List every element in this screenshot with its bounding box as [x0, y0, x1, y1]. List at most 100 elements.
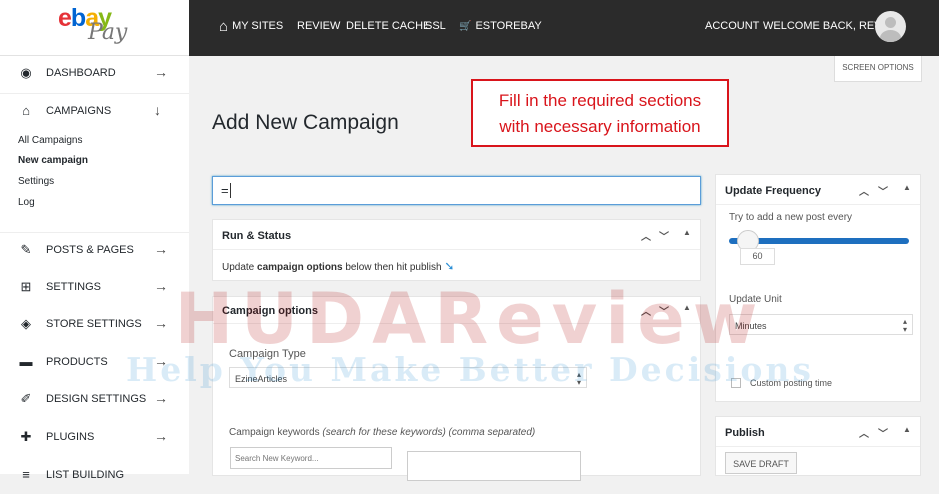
nav-my-sites-label: MY SITES — [232, 20, 284, 32]
update-frequency-header[interactable]: Update Frequency ︿ ﹀ ▲ — [716, 175, 920, 205]
nav-ssl-label: SSL — [425, 20, 446, 32]
nav-estorebay[interactable]: 🛒 ESTOREBAY — [459, 20, 542, 32]
arrow-right-icon: → — [154, 64, 168, 80]
page-title: Add New Campaign — [212, 111, 399, 134]
callout-line-1: Fill in the required sections — [498, 91, 702, 110]
sidebar-item-store-settings[interactable]: ◈ STORE SETTINGS → — [0, 307, 189, 343]
campaign-type-value: EzineArticles — [235, 374, 288, 384]
move-up-icon[interactable]: ︿ — [859, 425, 869, 440]
sidebar-item-label: PRODUCTS — [46, 356, 108, 368]
campaign-keywords-label: Campaign keywords (search for these keyw… — [229, 427, 535, 438]
logo[interactable]: ebay Pay — [0, 0, 189, 56]
nav-review[interactable]: REVIEW — [297, 20, 340, 32]
annotation-callout: Fill in the required sections with neces… — [471, 79, 729, 147]
list-icon: ≡ — [22, 467, 30, 482]
sidebar-item-list-building[interactable]: ≡ LIST BUILDING — [0, 458, 189, 494]
sidebar-item-label: LIST BUILDING — [46, 469, 125, 481]
collapse-icon[interactable]: ▲ — [903, 425, 911, 434]
move-up-icon[interactable]: ︿ — [641, 228, 651, 243]
cart-icon: 🛒 — [459, 20, 472, 32]
custom-time-label: Custom posting time — [750, 378, 833, 388]
nav-review-label: REVIEW — [297, 20, 341, 32]
nav-my-sites[interactable]: ⌂ MY SITES — [219, 19, 284, 34]
arrow-right-icon: → — [154, 315, 168, 331]
nav-delete-cache[interactable]: DELETE CACHE — [346, 20, 430, 32]
keyword-search-input[interactable] — [230, 447, 392, 469]
update-unit-label: Update Unit — [729, 294, 782, 305]
sidebar-item-posts-pages[interactable]: ✎ POSTS & PAGES → — [0, 233, 189, 269]
update-unit-select[interactable]: Minutes ▴ ▾ — [729, 314, 913, 335]
arrow-right-icon: → — [154, 353, 168, 369]
move-down-icon[interactable]: ﹀ — [878, 183, 888, 198]
campaign-options-title: Campaign options — [222, 305, 318, 317]
sidebar-item-label: STORE SETTINGS — [46, 318, 142, 330]
arrow-down-icon: ➘ — [444, 259, 455, 273]
sidebar-item-campaigns[interactable]: ⌂ CAMPAIGNS ↓ — [0, 94, 189, 130]
sidebar-item-design-settings[interactable]: ✐ DESIGN SETTINGS → — [0, 382, 189, 418]
move-down-icon[interactable]: ﹀ — [659, 303, 669, 318]
campaign-options-header[interactable]: Campaign options ︿ ﹀ ▲ — [213, 297, 700, 324]
plus-square-icon: ⊞ — [20, 279, 32, 294]
save-draft-button[interactable]: SAVE DRAFT — [725, 452, 797, 474]
campaign-title-value: = — [221, 183, 229, 198]
move-up-icon[interactable]: ︿ — [641, 303, 651, 318]
sidebar-item-label: POSTS & PAGES — [46, 244, 134, 256]
arrow-right-icon: → — [154, 428, 168, 444]
arrow-down-icon: ↓ — [154, 102, 161, 118]
sidebar-item-dashboard[interactable]: ◉ DASHBOARD → — [0, 56, 189, 92]
publish-header[interactable]: Publish ︿ ﹀ ▲ — [716, 417, 920, 447]
sidebar-item-label: PLUGINS — [46, 431, 95, 443]
sidebar-item-label: DASHBOARD — [46, 67, 116, 79]
nav-delete-cache-label: DELETE CACHE — [346, 20, 431, 32]
brush-icon: ✐ — [20, 391, 32, 406]
screen-options-button[interactable]: SCREEN OPTIONS — [834, 56, 922, 82]
nav-account-label: ACCOUNT — [705, 20, 760, 32]
move-down-icon[interactable]: ﹀ — [878, 425, 888, 440]
plug-icon: ✚ — [20, 429, 32, 444]
frequency-value[interactable]: 60 — [740, 248, 775, 265]
sidebar: ◉ DASHBOARD → ⌂ CAMPAIGNS ↓ All Campaign… — [0, 56, 189, 482]
run-status-header[interactable]: Run & Status ︿ ﹀ ▲ — [213, 220, 700, 250]
store-icon: ⌂ — [22, 103, 30, 118]
sidebar-item-settings[interactable]: ⊞ SETTINGS → — [0, 270, 189, 306]
subitem-all-campaigns[interactable]: All Campaigns — [18, 135, 82, 146]
nav-estorebay-label: ESTOREBAY — [475, 20, 542, 32]
publish-panel: Publish ︿ ﹀ ▲ SAVE DRAFT — [715, 416, 921, 476]
move-down-icon[interactable]: ﹀ — [659, 228, 669, 243]
update-frequency-panel: Update Frequency ︿ ﹀ ▲ Try to add a new … — [715, 174, 921, 402]
subitem-new-campaign[interactable]: New campaign — [18, 155, 88, 166]
select-arrows-icon: ▴ ▾ — [902, 317, 907, 334]
logo-pay-text: Pay — [88, 20, 128, 45]
tag-icon: ◈ — [21, 316, 31, 331]
frequency-hint: Try to add a new post every — [729, 212, 853, 223]
dashboard-icon: ◉ — [20, 65, 32, 80]
campaign-title-input[interactable]: = — [212, 176, 701, 205]
update-unit-value: Minutes — [735, 321, 767, 331]
avatar[interactable] — [875, 11, 906, 42]
nav-ssl[interactable]: SSL — [425, 20, 446, 32]
run-status-text: Update campaign options below then hit p… — [213, 250, 700, 282]
campaign-type-label: Campaign Type — [229, 348, 306, 360]
sidebar-item-plugins[interactable]: ✚ PLUGINS → — [0, 420, 189, 456]
nav-account[interactable]: ACCOUNT — [705, 20, 759, 32]
keywords-textarea[interactable] — [407, 451, 581, 481]
arrow-right-icon: → — [154, 278, 168, 294]
collapse-icon[interactable]: ▲ — [903, 183, 911, 192]
publish-title: Publish — [725, 427, 765, 439]
top-bar: ebay Pay ⌂ MY SITES REVIEW DELETE CACHE … — [0, 0, 939, 56]
sidebar-item-products[interactable]: ▬ PRODUCTS → — [0, 345, 189, 381]
campaign-type-select[interactable]: EzineArticles ▴ ▾ — [229, 367, 587, 388]
arrow-right-icon: → — [154, 241, 168, 257]
move-up-icon[interactable]: ︿ — [859, 183, 869, 198]
subitem-settings[interactable]: Settings — [18, 176, 54, 187]
subitem-log[interactable]: Log — [18, 197, 35, 208]
campaign-options-panel: Campaign options ︿ ﹀ ▲ Campaign Type Ezi… — [212, 296, 701, 481]
run-status-panel: Run & Status ︿ ﹀ ▲ Update campaign optio… — [212, 219, 701, 281]
pin-icon: ✎ — [20, 242, 32, 257]
keywords-hint-text: (search for these keywords) (comma separ… — [322, 427, 536, 438]
custom-time-checkbox[interactable] — [731, 378, 741, 388]
run-status-text-bold: campaign options — [257, 262, 343, 273]
collapse-icon[interactable]: ▲ — [683, 228, 691, 237]
sidebar-item-label: DESIGN SETTINGS — [46, 393, 147, 405]
collapse-icon[interactable]: ▲ — [683, 303, 691, 312]
